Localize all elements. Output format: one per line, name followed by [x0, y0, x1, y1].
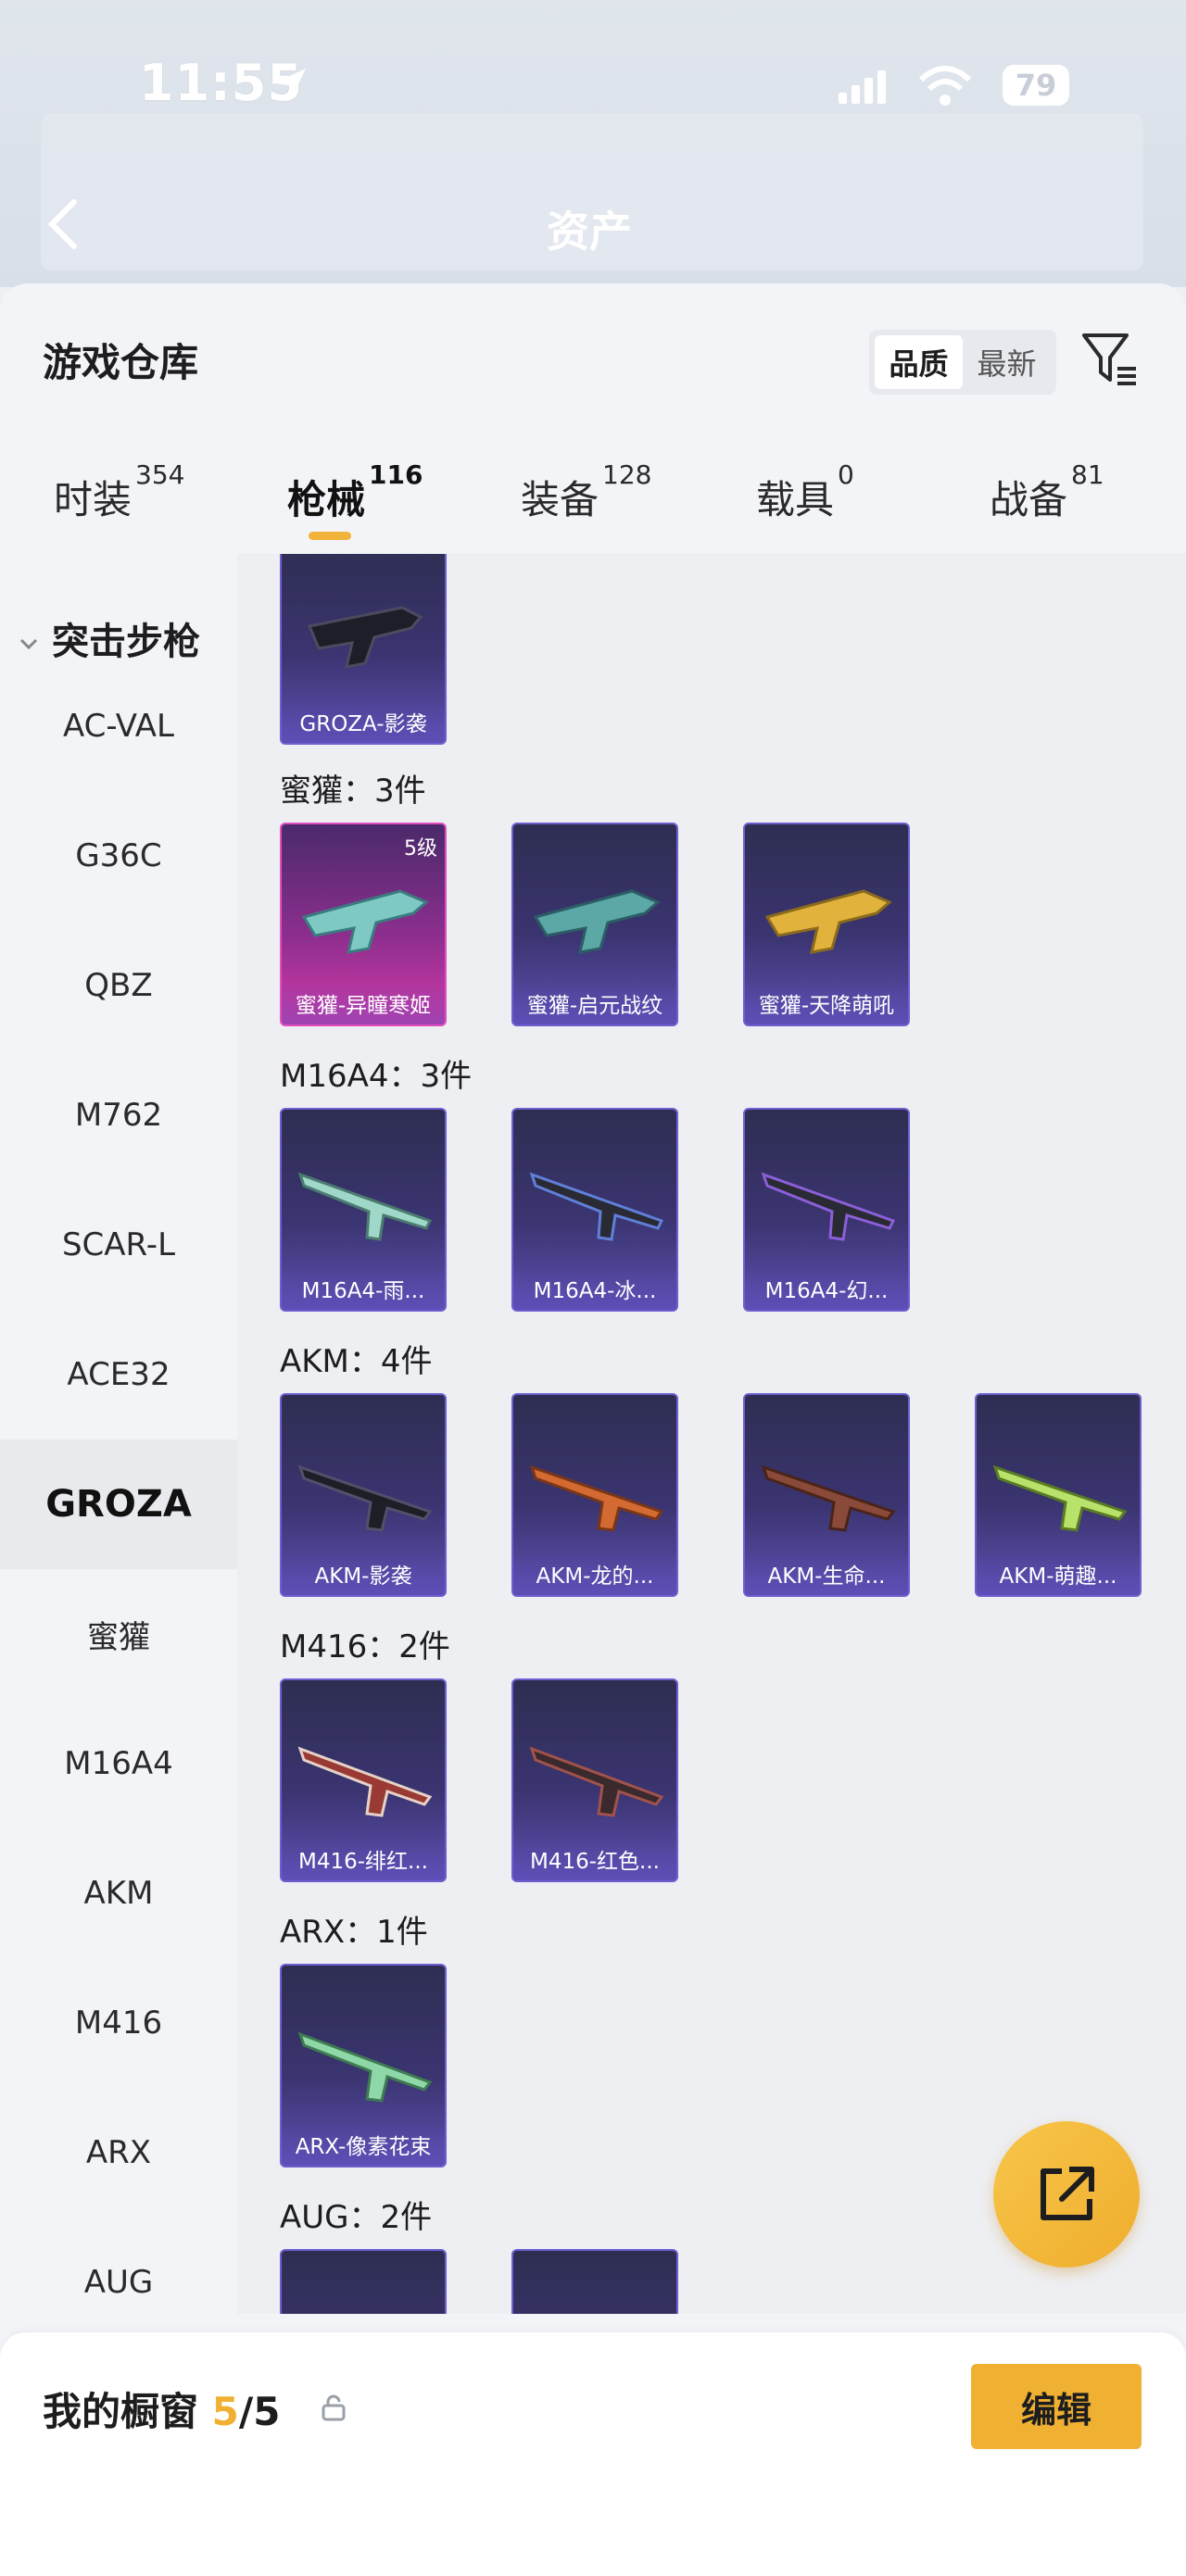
tab-guns[interactable]: 枪械116 — [287, 459, 423, 525]
weapon-card-name: M416-红色... — [513, 1838, 676, 1880]
warehouse-title: 游戏仓库 — [43, 340, 199, 385]
tab-gear[interactable]: 战备81 — [990, 459, 1104, 525]
sidebar-item-scar-l[interactable]: SCAR-L — [0, 1180, 237, 1310]
sort-newest-button[interactable]: 最新 — [963, 335, 1051, 389]
rifle-icon — [523, 2279, 671, 2314]
weapon-card-name: 蜜獾-异瞳寒姬 — [282, 982, 445, 1024]
tab-fashion[interactable]: 时装354 — [54, 459, 184, 525]
rifle-icon — [307, 606, 423, 669]
weapon-card[interactable] — [511, 2249, 678, 2314]
rifle-icon — [992, 1464, 1128, 1532]
sidebar-item-ace32[interactable]: ACE32 — [0, 1310, 237, 1439]
weapon-grid: GROZA-影袭 蜜獾：3件 5级 蜜獾-异瞳寒姬 蜜獾-启元战纹 蜜獾-天降萌… — [237, 554, 1186, 2314]
battery-indicator: 79 — [1003, 65, 1069, 106]
rifle-icon — [761, 1464, 896, 1532]
rifle-icon — [301, 889, 429, 954]
edit-button[interactable]: 编辑 — [971, 2364, 1142, 2449]
weapon-card-name: ARX-像素花束 — [282, 2123, 445, 2166]
showcase-total: /5 — [238, 2389, 281, 2434]
weapon-card[interactable]: M16A4-雨... — [280, 1108, 447, 1312]
sidebar-item-m762[interactable]: M762 — [0, 1050, 237, 1180]
weapon-card-name: M16A4-冰... — [513, 1267, 676, 1310]
active-tab-indicator — [309, 532, 351, 540]
sidebar-item-akm[interactable]: AKM — [0, 1828, 237, 1958]
sidebar-item-honey-badger[interactable]: 蜜獾 — [0, 1569, 237, 1699]
sort-toggle: 品质 最新 — [869, 330, 1056, 395]
group-label: AKM：4件 — [280, 1343, 433, 1380]
weapon-card-name: M16A4-幻... — [745, 1267, 908, 1310]
weapon-card[interactable]: M416-绯红... — [280, 1678, 447, 1882]
weapon-card[interactable]: 蜜獾-天降萌吼 — [743, 823, 910, 1026]
weapon-card-name: AKM-龙的... — [513, 1552, 676, 1595]
group-label: M416：2件 — [280, 1628, 450, 1665]
weapon-card[interactable]: AKM-萌趣... — [975, 1393, 1142, 1597]
group-label: AUG：2件 — [280, 2199, 433, 2236]
weapon-card[interactable]: AKM-龙的... — [511, 1393, 678, 1597]
weapon-card[interactable]: M16A4-幻... — [743, 1108, 910, 1312]
rifle-icon — [529, 1172, 664, 1241]
weapon-card-name: AKM-萌趣... — [977, 1552, 1140, 1595]
sidebar-item-m416[interactable]: M416 — [0, 1958, 237, 2088]
group-label: ARX：1件 — [280, 1914, 428, 1951]
weapon-card-name: M16A4-雨... — [282, 1267, 445, 1310]
rifle-icon — [297, 1464, 433, 1532]
location-arrow-icon — [274, 69, 306, 100]
weapon-card[interactable]: M16A4-冰... — [511, 1108, 678, 1312]
rifle-icon — [297, 2031, 433, 2103]
lock-icon — [322, 2394, 346, 2421]
sidebar-item-aug[interactable]: AUG — [0, 2218, 237, 2347]
weapon-card-name: 蜜獾-天降萌吼 — [745, 982, 908, 1024]
external-link-icon — [1041, 2167, 1094, 2220]
rifle-icon — [529, 1746, 664, 1817]
weapon-card[interactable]: 蜜獾-启元战纹 — [511, 823, 678, 1026]
share-button[interactable] — [993, 2121, 1140, 2268]
back-arrow-icon[interactable] — [44, 196, 82, 252]
weapon-card[interactable]: AKM-影袭 — [280, 1393, 447, 1597]
weapon-card[interactable]: AKM-生命... — [743, 1393, 910, 1597]
sidebar-item-ac-val[interactable]: AC-VAL — [0, 661, 237, 791]
weapon-card-name: 蜜獾-启元战纹 — [513, 982, 676, 1024]
page-title: 资产 — [547, 207, 632, 257]
category-tabs: 时装354 枪械116 装备128 载具0 战备81 — [0, 459, 1186, 552]
sidebar-item-arx[interactable]: ARX — [0, 2088, 237, 2218]
weapon-sidebar: 突击步枪 AC-VAL G36C QBZ M762 SCAR-L ACE32 G… — [0, 554, 237, 2314]
weapon-card-name: AKM-影袭 — [282, 1552, 445, 1595]
weapon-card-name: M416-绯红... — [282, 1838, 445, 1880]
showcase-bar: 我的橱窗 5/5 编辑 — [0, 2332, 1186, 2576]
tab-equipment[interactable]: 装备128 — [521, 459, 651, 525]
status-bar: 11:55 79 资产 — [0, 0, 1186, 287]
wifi-icon — [918, 66, 972, 106]
weapon-card[interactable]: 5级 蜜獾-异瞳寒姬 — [280, 823, 447, 1026]
showcase-label: 我的橱窗 5/5 — [43, 2389, 281, 2434]
sort-quality-button[interactable]: 品质 — [875, 335, 963, 389]
weapon-card-name: AKM-生命... — [745, 1552, 908, 1595]
sidebar-item-qbz[interactable]: QBZ — [0, 921, 237, 1050]
tab-vehicles[interactable]: 载具0 — [756, 459, 854, 525]
rifle-icon — [297, 1746, 433, 1817]
cellular-signal-icon — [839, 70, 886, 104]
weapon-card[interactable]: ARX-像素花束 — [280, 1964, 447, 2168]
rifle-icon — [761, 1172, 896, 1241]
rifle-icon — [533, 889, 661, 954]
filter-icon[interactable] — [1080, 330, 1138, 389]
group-label: 蜜獾：3件 — [280, 773, 426, 810]
weapon-card[interactable]: GROZA-影袭 — [280, 554, 447, 745]
showcase-count: 5 — [211, 2389, 239, 2434]
sidebar-category-assault-rifle[interactable]: 突击步枪 — [19, 611, 200, 665]
group-label: M16A4：3件 — [280, 1058, 473, 1095]
rifle-icon — [291, 2279, 439, 2314]
weapon-card-name: GROZA-影袭 — [282, 700, 445, 743]
rifle-icon — [764, 889, 892, 954]
sidebar-item-groza[interactable]: GROZA — [0, 1439, 237, 1569]
rifle-icon — [297, 1172, 433, 1241]
weapon-card[interactable]: M416-红色... — [511, 1678, 678, 1882]
chevron-down-icon — [19, 638, 38, 650]
weapon-card[interactable] — [280, 2249, 447, 2314]
rifle-icon — [529, 1464, 664, 1532]
sidebar-item-g36c[interactable]: G36C — [0, 791, 237, 921]
sidebar-item-m16a4[interactable]: M16A4 — [0, 1699, 237, 1828]
